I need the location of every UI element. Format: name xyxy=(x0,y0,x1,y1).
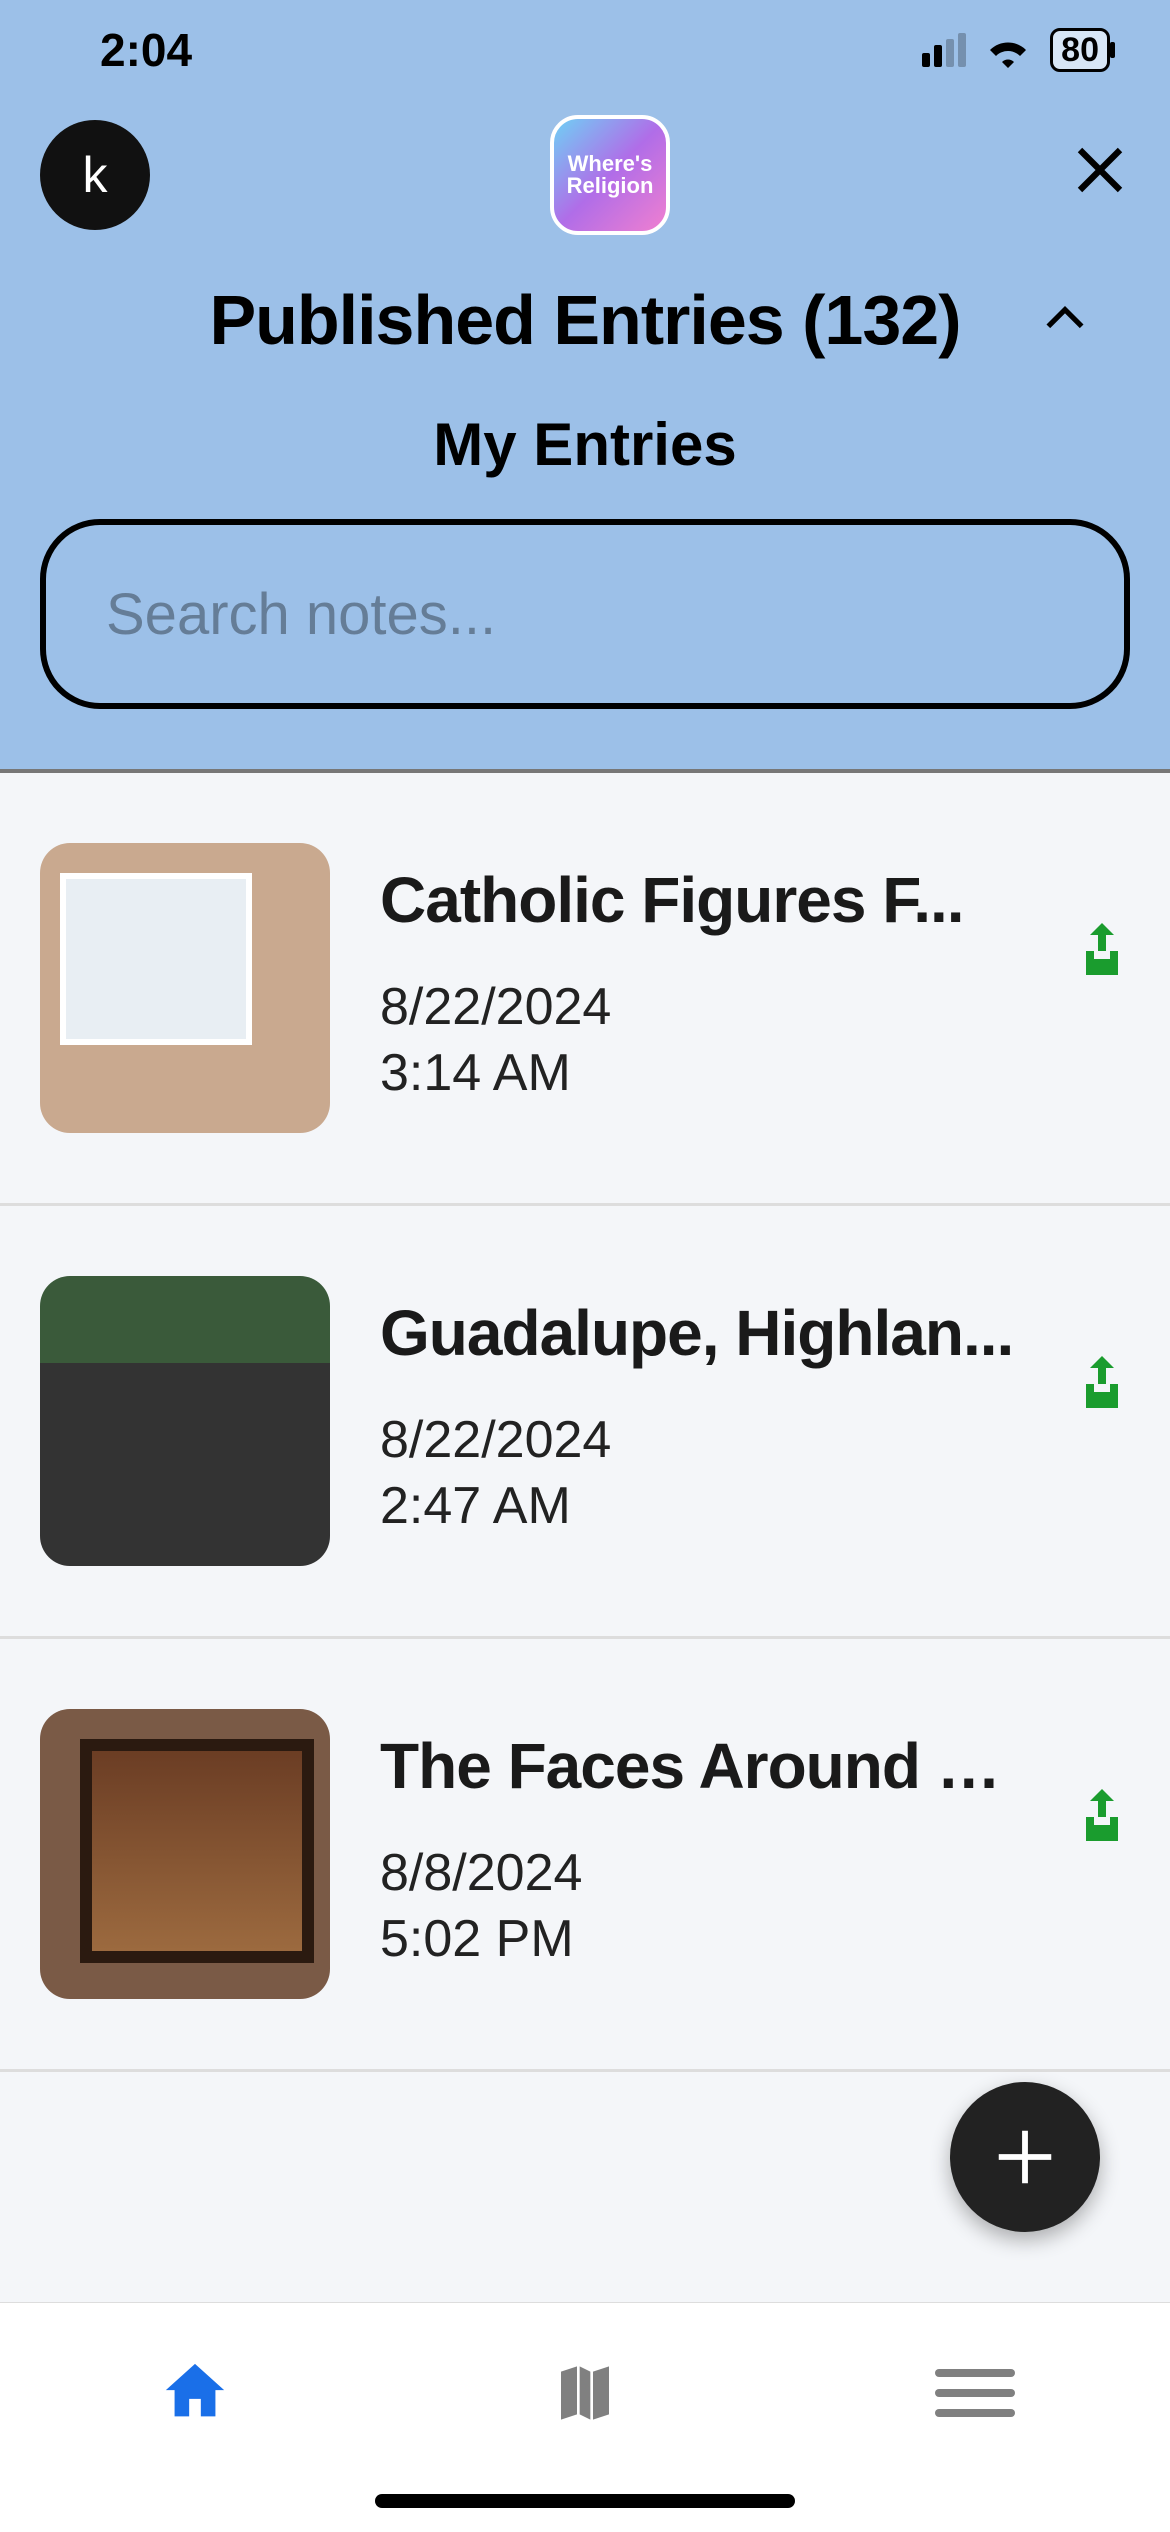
home-indicator[interactable] xyxy=(375,2494,795,2508)
add-button[interactable] xyxy=(950,2082,1100,2232)
entry-date: 8/8/2024 xyxy=(380,1843,1030,1903)
tab-menu[interactable] xyxy=(915,2343,1035,2443)
battery-icon: 80 xyxy=(1050,28,1110,72)
entry-title: Guadalupe, Highlan... xyxy=(380,1296,1020,1370)
entry-thumbnail xyxy=(40,1276,330,1566)
entry-thumbnail xyxy=(40,843,330,1133)
status-time: 2:04 xyxy=(100,23,192,77)
status-bar: 2:04 80 xyxy=(0,0,1170,100)
home-icon xyxy=(160,2358,230,2428)
menu-icon xyxy=(935,2369,1015,2417)
map-icon xyxy=(553,2358,617,2428)
plus-icon xyxy=(990,2122,1060,2192)
entry-title: Catholic Figures F... xyxy=(380,863,1020,937)
tab-my-entries[interactable]: My Entries xyxy=(40,410,1130,479)
app-logo: Where's Religion xyxy=(550,115,670,235)
page-title: Published Entries (132) xyxy=(209,280,960,360)
list-item[interactable]: The Faces Around M... 8/8/2024 5:02 PM xyxy=(0,1639,1170,2072)
avatar[interactable]: k xyxy=(40,120,150,230)
status-right: 80 xyxy=(922,28,1110,72)
search-input[interactable] xyxy=(40,519,1130,709)
share-icon[interactable] xyxy=(1078,923,1126,988)
cellular-icon xyxy=(922,33,966,67)
entry-date: 8/22/2024 xyxy=(380,1410,1030,1470)
list-item[interactable]: Guadalupe, Highlan... 8/22/2024 2:47 AM xyxy=(0,1206,1170,1639)
entry-time: 3:14 AM xyxy=(380,1043,1030,1103)
chevron-up-icon[interactable] xyxy=(1040,293,1090,348)
close-icon[interactable] xyxy=(1070,140,1130,211)
entry-time: 2:47 AM xyxy=(380,1476,1030,1536)
list-item[interactable]: Catholic Figures F... 8/22/2024 3:14 AM xyxy=(0,773,1170,1206)
header: k Where's Religion Published Entries (13… xyxy=(0,100,1170,773)
share-icon[interactable] xyxy=(1078,1789,1126,1854)
tab-map[interactable] xyxy=(525,2343,645,2443)
wifi-icon xyxy=(984,31,1032,69)
entry-thumbnail xyxy=(40,1709,330,1999)
entries-list: Catholic Figures F... 8/22/2024 3:14 AM … xyxy=(0,773,1170,2302)
entry-time: 5:02 PM xyxy=(380,1909,1030,1969)
share-icon[interactable] xyxy=(1078,1356,1126,1421)
entry-title: The Faces Around M... xyxy=(380,1729,1020,1803)
tab-home[interactable] xyxy=(135,2343,255,2443)
entry-date: 8/22/2024 xyxy=(380,977,1030,1037)
